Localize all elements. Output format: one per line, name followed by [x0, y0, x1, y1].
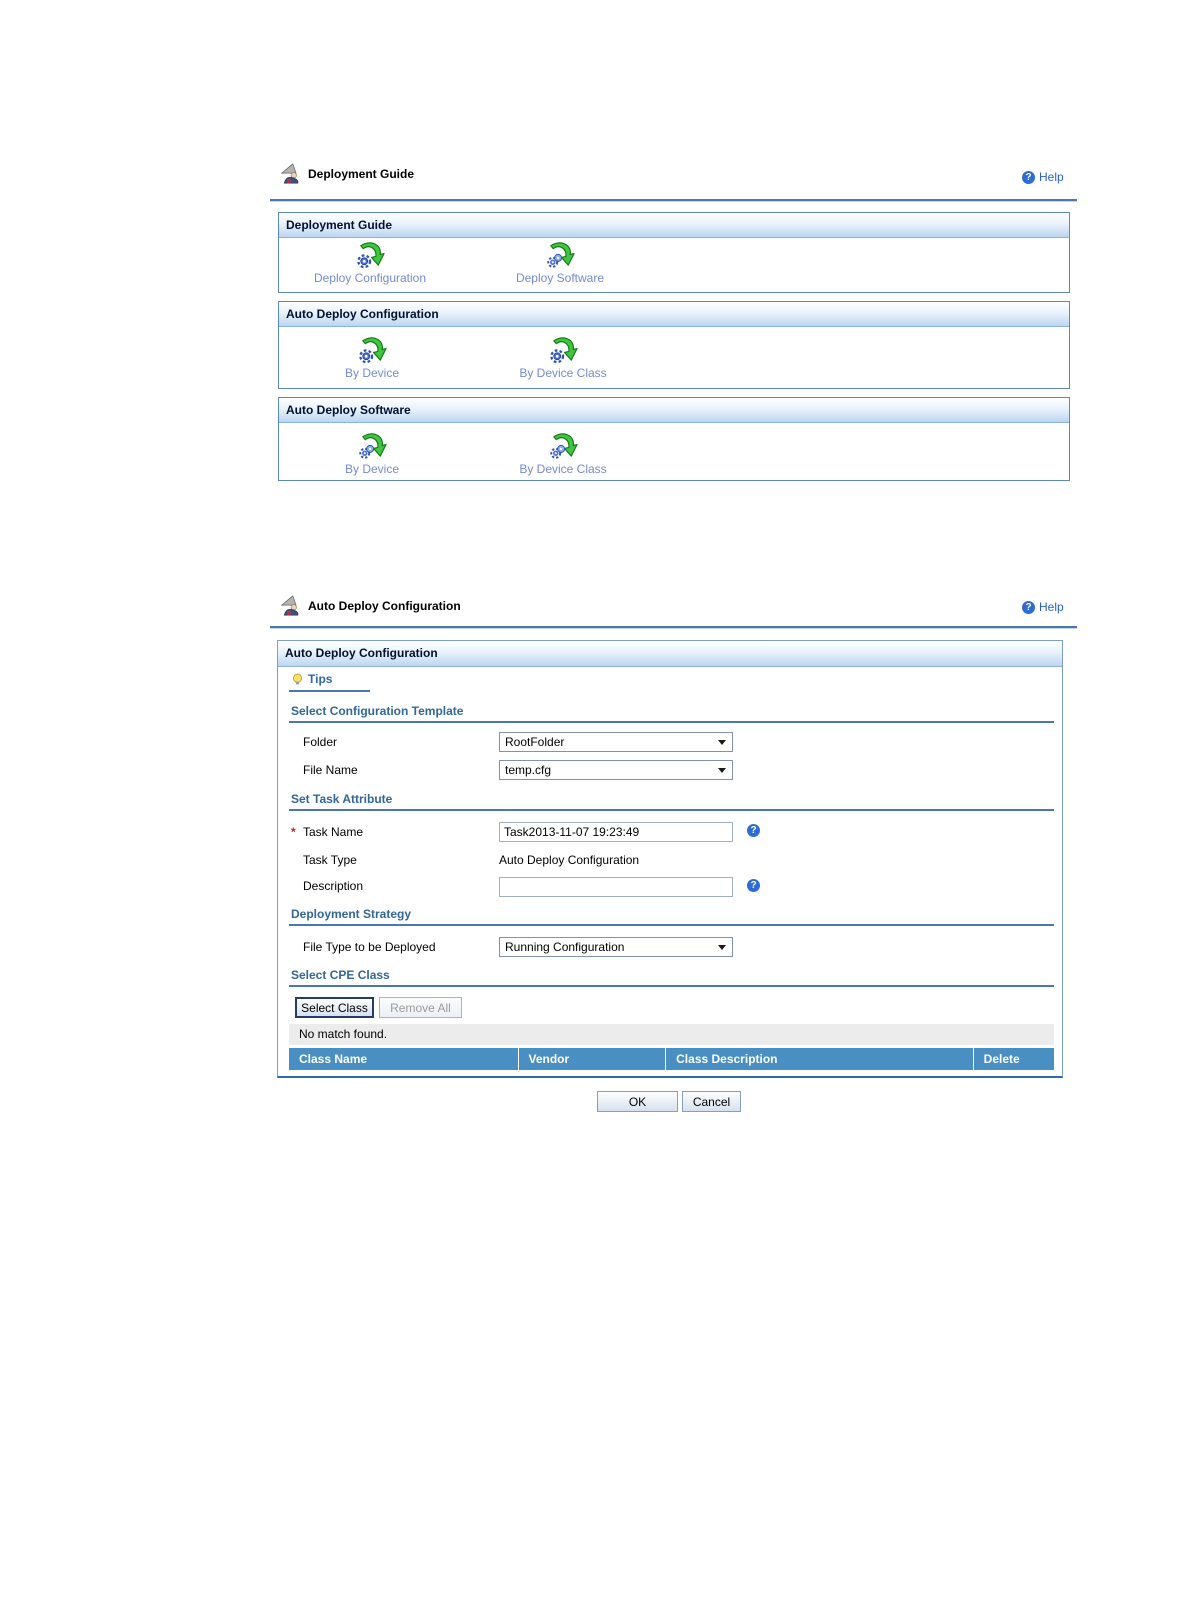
wizard-icon [279, 595, 303, 617]
file-name-select[interactable]: temp.cfg [499, 760, 733, 780]
file-name-selected-value: temp.cfg [505, 763, 552, 777]
help-icon: ? [1022, 170, 1035, 184]
deploy-software-icon [357, 430, 388, 461]
heading-select-cpe-class: Select CPE Class [291, 968, 390, 982]
title-divider [270, 626, 1077, 628]
task-name-input[interactable] [499, 822, 733, 842]
title-divider [270, 199, 1077, 201]
launch-deploy-configuration[interactable]: Deploy Configuration [305, 239, 435, 285]
heading-select-configuration-template: Select Configuration Template [291, 704, 464, 718]
file-type-label: File Type to be Deployed [303, 940, 436, 954]
description-help-icon[interactable]: ? [747, 879, 760, 892]
cpe-class-table-header: Class Name Vendor Class Description Dele… [289, 1048, 1054, 1070]
heading-deployment-strategy: Deployment Strategy [291, 907, 412, 921]
task-name-help-icon[interactable]: ? [747, 824, 760, 837]
column-header-delete: Delete [983, 1052, 1020, 1066]
launch-software-by-device-class[interactable]: By Device Class [498, 430, 628, 476]
document-page: Deployment Guide ? Help Deployment Guide… [0, 0, 1190, 1616]
section-header: Auto Deploy Software [279, 398, 1069, 423]
launch-software-by-device[interactable]: By Device [307, 430, 437, 476]
launch-label[interactable]: By Device Class [498, 366, 628, 380]
auto-deploy-config-titlebar: Auto Deploy Configuration [279, 593, 461, 619]
panel-header: Auto Deploy Configuration [278, 641, 1062, 667]
section-header: Auto Deploy Configuration [279, 302, 1069, 327]
launch-deploy-software[interactable]: Deploy Software [495, 239, 625, 285]
help-link[interactable]: ? Help [1022, 600, 1064, 614]
required-marker: * [291, 825, 296, 839]
tips-link[interactable]: Tips [291, 672, 332, 686]
section-header: Deployment Guide [279, 213, 1069, 238]
auto-deploy-config-panel: Auto Deploy Configuration Tips Select Co… [277, 640, 1063, 1078]
heading-divider [289, 985, 1054, 987]
select-class-button[interactable]: Select Class [295, 997, 374, 1018]
heading-set-task-attribute: Set Task Attribute [291, 792, 393, 806]
heading-divider [289, 809, 1054, 811]
remove-all-button[interactable]: Remove All [379, 997, 462, 1018]
column-header-vendor: Vendor [519, 1048, 667, 1070]
heading-divider [289, 924, 1054, 926]
file-type-selected-value: Running Configuration [505, 940, 625, 954]
task-name-label: Task Name [303, 825, 364, 839]
tips-label: Tips [308, 672, 333, 686]
launch-label[interactable]: By Device [307, 366, 437, 380]
column-header-class-name: Class Name [289, 1048, 519, 1070]
help-icon: ? [1022, 600, 1035, 614]
bulb-icon [291, 673, 304, 686]
page-title: Auto Deploy Configuration [308, 599, 461, 613]
ok-button[interactable]: OK [597, 1091, 678, 1112]
deploy-software-icon [545, 239, 576, 270]
help-label: Help [1039, 600, 1064, 614]
file-name-label: File Name [303, 763, 358, 777]
folder-select[interactable]: RootFolder [499, 732, 733, 752]
launch-config-by-device[interactable]: By Device [307, 334, 437, 380]
chevron-down-icon [718, 767, 726, 773]
help-link[interactable]: ? Help [1022, 170, 1064, 184]
launch-label[interactable]: By Device [307, 462, 437, 476]
description-label: Description [303, 879, 364, 893]
column-header-class-description: Class Description [666, 1048, 974, 1070]
chevron-down-icon [718, 944, 726, 950]
description-input[interactable] [499, 877, 733, 897]
page-title: Deployment Guide [308, 167, 415, 181]
deploy-configuration-icon [548, 334, 579, 365]
launch-label[interactable]: Deploy Configuration [305, 271, 435, 285]
deploy-configuration-icon [357, 334, 388, 365]
task-type-label: Task Type [303, 853, 357, 867]
empty-result-message: No match found. [289, 1024, 1054, 1045]
tips-underline [289, 690, 370, 692]
launch-label[interactable]: Deploy Software [495, 271, 625, 285]
launch-label[interactable]: By Device Class [498, 462, 628, 476]
help-label: Help [1039, 170, 1064, 184]
cancel-button[interactable]: Cancel [682, 1091, 741, 1112]
chevron-down-icon [718, 739, 726, 745]
wizard-icon [279, 163, 303, 185]
deployment-guide-titlebar: Deployment Guide [279, 161, 414, 187]
task-type-value: Auto Deploy Configuration [499, 853, 640, 867]
folder-label: Folder [303, 735, 338, 749]
folder-selected-value: RootFolder [505, 735, 565, 749]
launch-config-by-device-class[interactable]: By Device Class [498, 334, 628, 380]
deploy-software-icon [548, 430, 579, 461]
heading-divider [289, 721, 1054, 723]
deploy-configuration-icon [355, 239, 386, 270]
file-type-select[interactable]: Running Configuration [499, 937, 733, 957]
